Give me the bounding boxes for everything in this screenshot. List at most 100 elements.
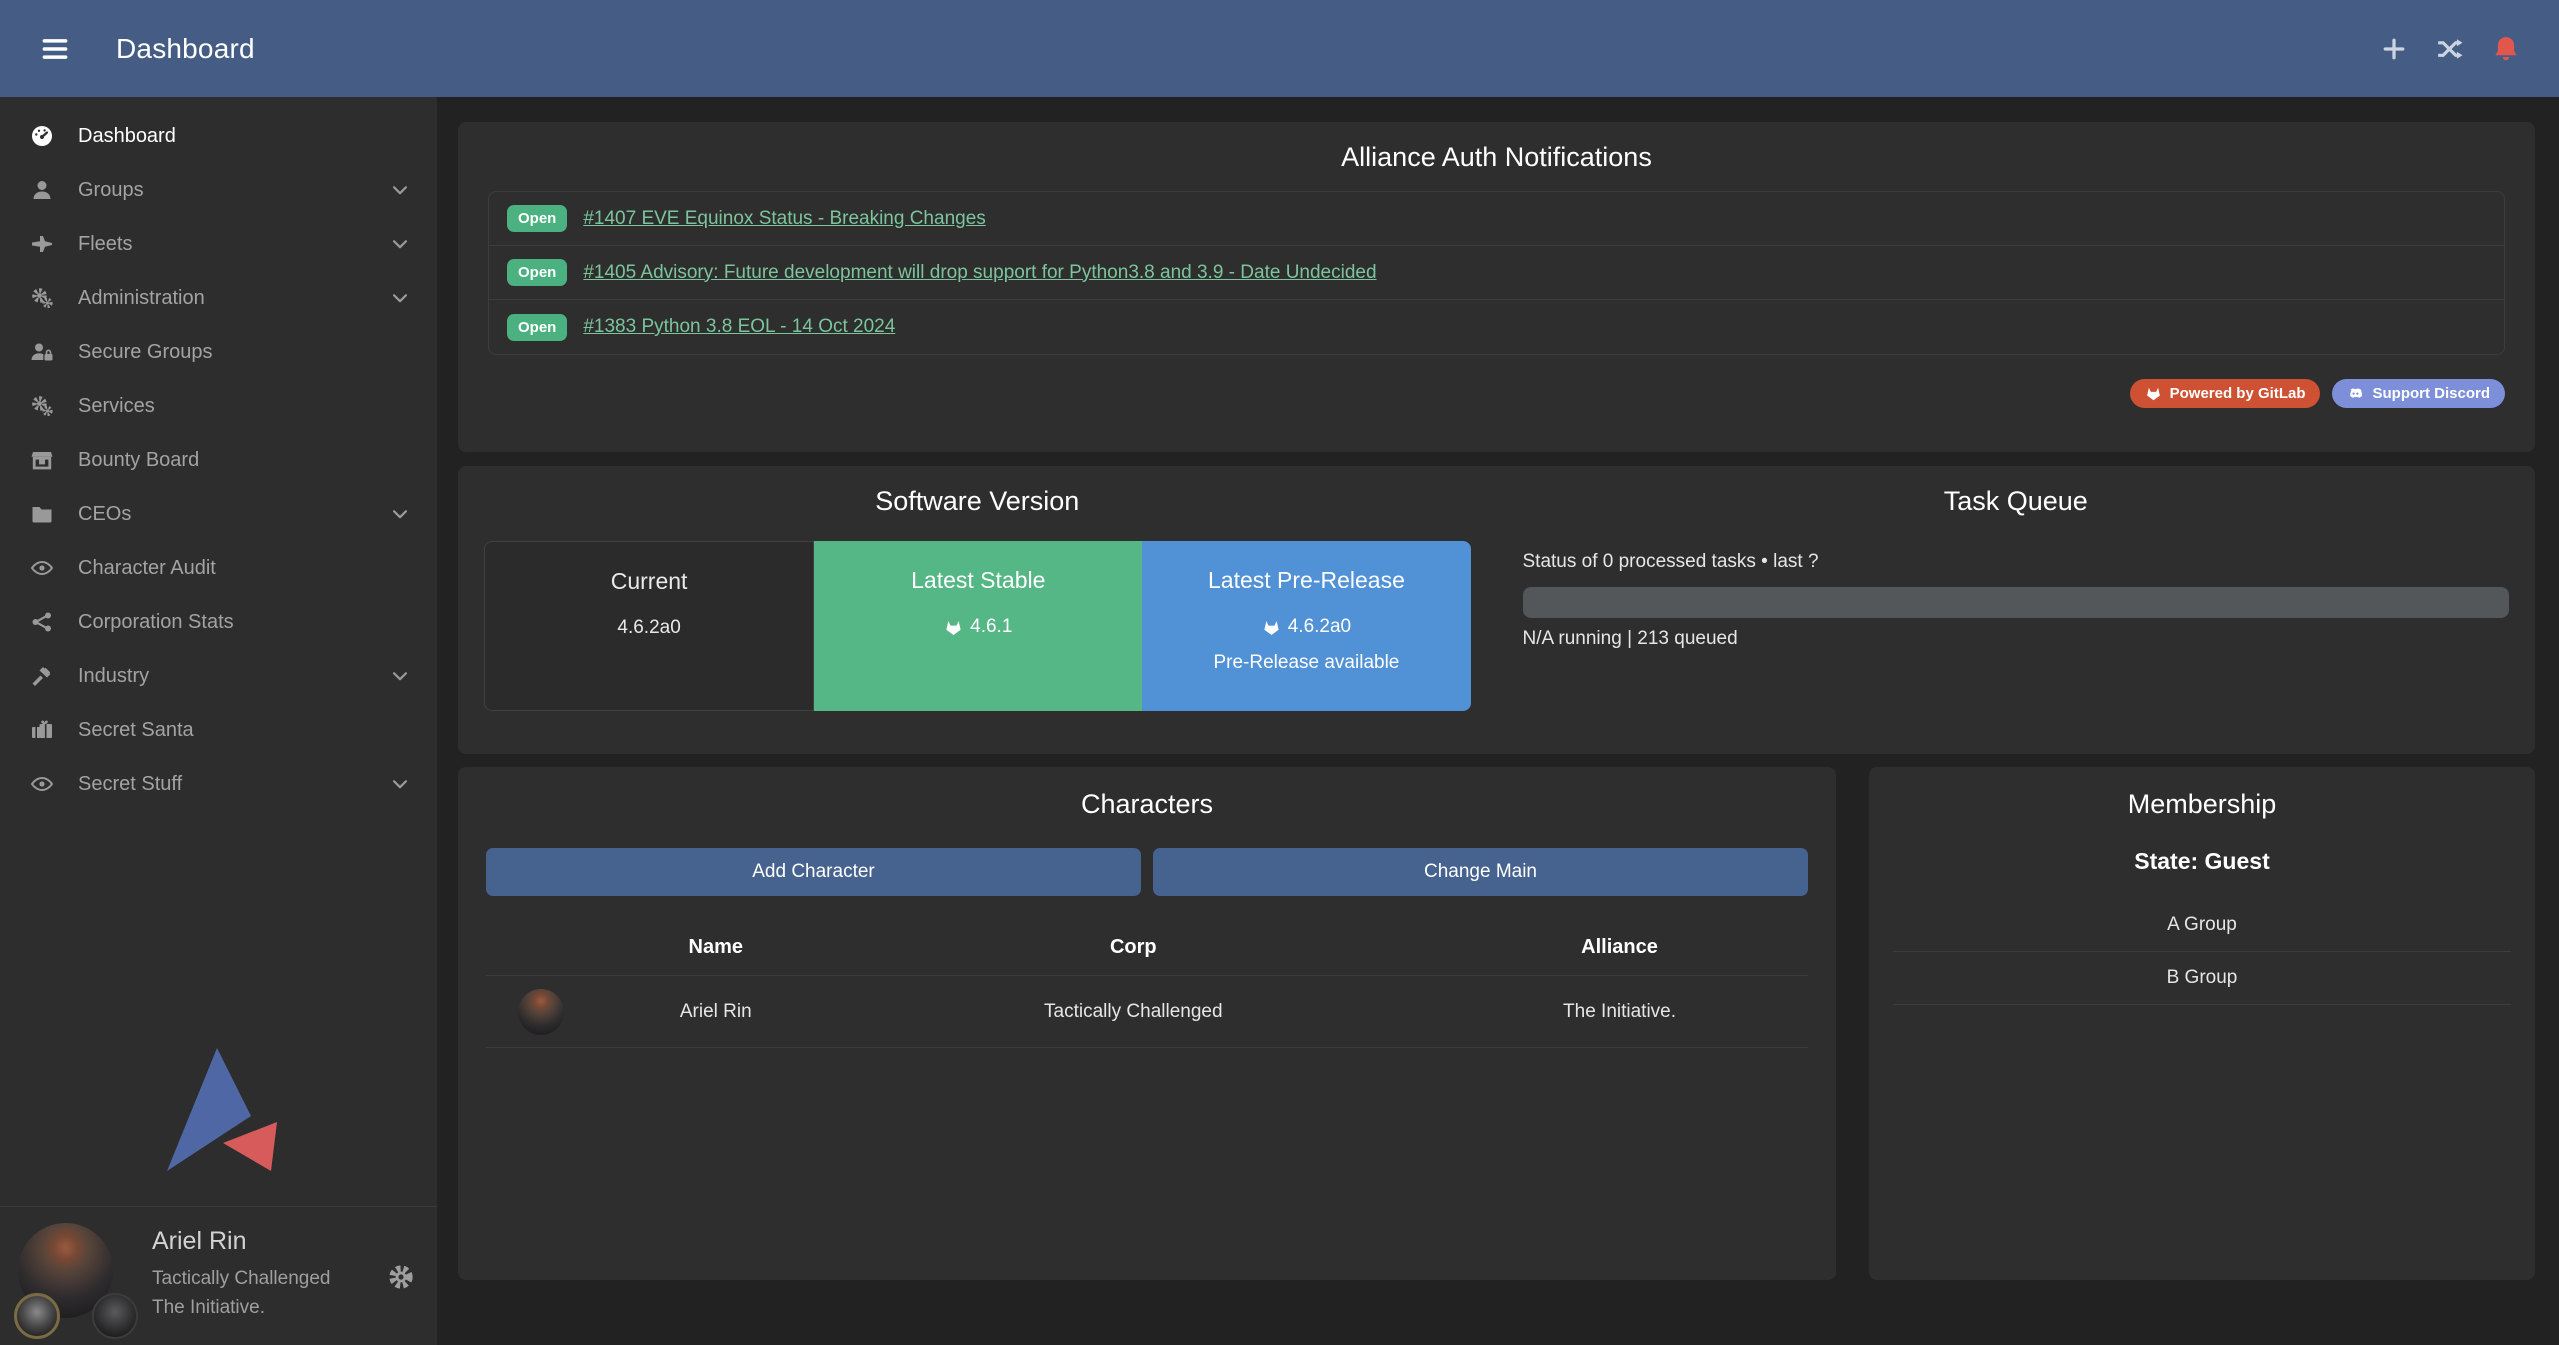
sidebar-item-label: Secret Stuff <box>78 773 182 796</box>
sidebar-item-groups[interactable]: Groups <box>0 163 437 217</box>
sidebar-item-secret-stuff[interactable]: Secret Stuff <box>0 757 437 811</box>
sidebar-item-character-audit[interactable]: Character Audit <box>0 541 437 595</box>
version-taskqueue-panel: Software Version Current4.6.2a0Latest St… <box>458 466 2535 754</box>
sidebar-item-label: CEOs <box>78 503 131 526</box>
eye-icon <box>30 772 54 796</box>
notifications-panel: Alliance Auth Notifications Open #1407 EV… <box>458 122 2535 452</box>
eye-icon <box>30 556 54 580</box>
version-cell-stable: Latest Stable 4.6.1 <box>814 541 1142 711</box>
membership-title: Membership <box>1893 789 2511 820</box>
sidebar-item-administration[interactable]: Administration <box>0 271 437 325</box>
sidebar-item-dashboard[interactable]: Dashboard <box>0 109 437 163</box>
cell-alliance: The Initiative. <box>1431 976 1808 1048</box>
page-title: Dashboard <box>116 33 255 65</box>
shuffle-icon[interactable] <box>2435 34 2465 64</box>
store-icon <box>30 448 54 472</box>
cell-name: Ariel Rin <box>596 976 836 1048</box>
gitlab-badge[interactable]: Powered by GitLab <box>2130 379 2321 408</box>
gifts-icon <box>30 718 54 742</box>
chevron-down-icon <box>389 773 411 795</box>
character-avatar <box>518 989 564 1035</box>
task-queue-section: Task Queue Status of 0 processed tasks •… <box>1497 466 2536 754</box>
user-lock-icon <box>30 340 54 364</box>
user-panel: Ariel Rin Tactically Challenged The Init… <box>0 1206 437 1345</box>
top-navbar: Dashboard <box>0 0 2559 97</box>
sidebar-item-label: Groups <box>78 179 144 202</box>
notifications-title: Alliance Auth Notifications <box>488 142 2505 173</box>
gitlab-icon <box>1262 618 1281 637</box>
user-info: Ariel Rin Tactically Challenged The Init… <box>152 1223 331 1323</box>
notification-row: Open #1405 Advisory: Future development w… <box>489 246 2504 300</box>
sidebar-item-ceos[interactable]: CEOs <box>0 487 437 541</box>
table-header-name: Name <box>596 922 836 976</box>
status-badge: Open <box>507 314 567 341</box>
main-content: Alliance Auth Notifications Open #1407 EV… <box>437 97 2559 1345</box>
sidebar-item-corporation-stats[interactable]: Corporation Stats <box>0 595 437 649</box>
version-cell-prerelease: Latest Pre-Release4.6.2a0Pre-Release ava… <box>1142 541 1470 711</box>
discord-badge[interactable]: Support Discord <box>2332 379 2505 408</box>
version-value: 4.6.2a0 <box>485 617 813 639</box>
membership-state: State: Guest <box>1893 848 2511 875</box>
task-queue-summary: N/A running | 213 queued <box>1523 628 2510 650</box>
sidebar-item-label: Secure Groups <box>78 341 213 364</box>
gears-icon <box>30 286 54 310</box>
chevron-down-icon <box>389 233 411 255</box>
notification-link[interactable]: #1383 Python 3.8 EOL - 14 Oct 2024 <box>583 316 895 338</box>
hammer-icon <box>30 664 54 688</box>
plus-icon[interactable] <box>2379 34 2409 64</box>
version-label: Latest Stable <box>814 567 1142 594</box>
status-badge: Open <box>507 259 567 286</box>
software-version-title: Software Version <box>484 486 1471 517</box>
chevron-down-icon <box>389 665 411 687</box>
version-value: 4.6.2a0 <box>1142 616 1470 638</box>
alliance-logo <box>92 1293 138 1339</box>
sidebar-item-fleets[interactable]: Fleets <box>0 217 437 271</box>
status-badge: Open <box>507 205 567 232</box>
notification-link[interactable]: #1405 Advisory: Future development will … <box>583 262 1376 284</box>
badge-label: Powered by GitLab <box>2170 385 2306 402</box>
version-label: Current <box>485 568 813 595</box>
table-header-avatar <box>486 922 596 976</box>
sidebar-item-label: Bounty Board <box>78 449 199 472</box>
version-value: 4.6.1 <box>814 616 1142 638</box>
hamburger-menu-icon[interactable] <box>38 34 72 64</box>
chevron-down-icon <box>389 179 411 201</box>
sidebar-item-label: Dashboard <box>78 125 176 148</box>
sidebar-item-label: Character Audit <box>78 557 216 580</box>
notification-row: Open #1407 EVE Equinox Status - Breaking … <box>489 192 2504 246</box>
table-header-corp: Corp <box>836 922 1431 976</box>
table-header-alliance: Alliance <box>1431 922 1808 976</box>
user-avatar <box>18 1223 130 1335</box>
user-alliance: The Initiative. <box>152 1293 331 1322</box>
user-icon <box>30 178 54 202</box>
sidebar-item-label: Industry <box>78 665 149 688</box>
add-character-button[interactable]: Add Character <box>486 848 1141 896</box>
characters-panel: Characters Add Character Change Main Nam… <box>458 767 1836 1280</box>
sidebar-item-label: Administration <box>78 287 205 310</box>
task-queue-progress-track <box>1523 587 2510 618</box>
membership-panel: Membership State: Guest A GroupB Group <box>1869 767 2535 1280</box>
discord-icon <box>2347 385 2364 402</box>
jet-icon <box>30 232 54 256</box>
sidebar-item-label: Services <box>78 395 155 418</box>
folder-icon <box>30 502 54 526</box>
group-list: A GroupB Group <box>1893 899 2511 1005</box>
navbar-actions <box>2379 34 2521 64</box>
notification-link[interactable]: #1407 EVE Equinox Status - Breaking Chan… <box>583 208 985 230</box>
sidebar-item-bounty-board[interactable]: Bounty Board <box>0 433 437 487</box>
sidebar-item-industry[interactable]: Industry <box>0 649 437 703</box>
gitlab-icon <box>2145 385 2162 402</box>
settings-gear-icon[interactable] <box>387 1263 415 1291</box>
version-note: Pre-Release available <box>1142 652 1470 674</box>
sidebar-item-secure-groups[interactable]: Secure Groups <box>0 325 437 379</box>
characters-title: Characters <box>486 789 1808 820</box>
sidebar-item-label: Corporation Stats <box>78 611 234 634</box>
gitlab-icon <box>944 618 963 637</box>
notification-row: Open #1383 Python 3.8 EOL - 14 Oct 2024 <box>489 300 2504 354</box>
sidebar-item-services[interactable]: Services <box>0 379 437 433</box>
change-main-button[interactable]: Change Main <box>1153 848 1808 896</box>
sidebar-item-secret-santa[interactable]: Secret Santa <box>0 703 437 757</box>
corp-logo <box>14 1293 60 1339</box>
sidebar: Dashboard Groups Fleets Administration Secur… <box>0 97 437 1345</box>
bell-icon[interactable] <box>2491 34 2521 64</box>
